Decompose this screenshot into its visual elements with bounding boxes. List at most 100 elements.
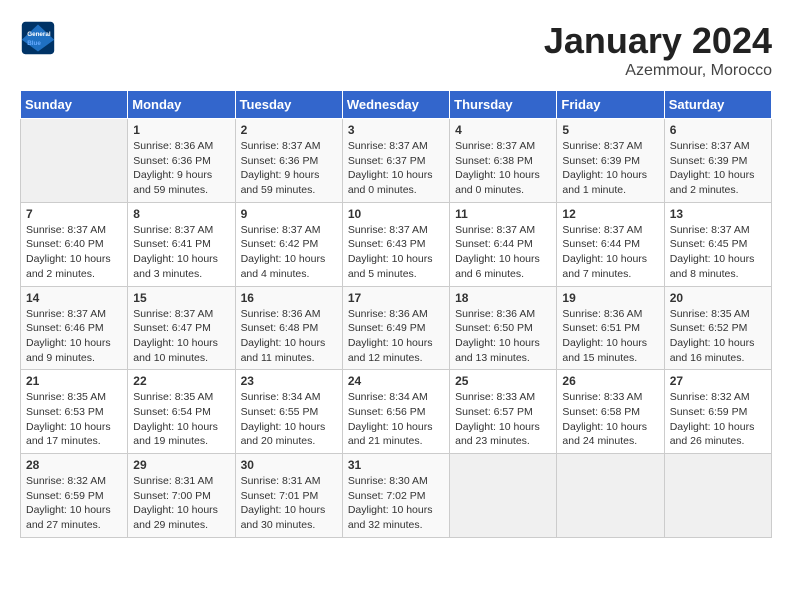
day-number: 31 (348, 458, 444, 472)
day-number: 30 (241, 458, 337, 472)
calendar-cell: 16 Sunrise: 8:36 AMSunset: 6:48 PMDaylig… (235, 286, 342, 370)
calendar-cell: 6 Sunrise: 8:37 AMSunset: 6:39 PMDayligh… (664, 119, 771, 203)
day-info: Sunrise: 8:36 AMSunset: 6:48 PMDaylight:… (241, 307, 337, 366)
day-info: Sunrise: 8:30 AMSunset: 7:02 PMDaylight:… (348, 474, 444, 533)
calendar-cell: 17 Sunrise: 8:36 AMSunset: 6:49 PMDaylig… (342, 286, 449, 370)
weekday-header: Saturday (664, 91, 771, 119)
day-info: Sunrise: 8:34 AMSunset: 6:55 PMDaylight:… (241, 390, 337, 449)
day-info: Sunrise: 8:37 AMSunset: 6:46 PMDaylight:… (26, 307, 122, 366)
calendar-cell: 11 Sunrise: 8:37 AMSunset: 6:44 PMDaylig… (450, 202, 557, 286)
day-info: Sunrise: 8:36 AMSunset: 6:36 PMDaylight:… (133, 139, 229, 198)
day-info: Sunrise: 8:37 AMSunset: 6:44 PMDaylight:… (455, 223, 551, 282)
day-info: Sunrise: 8:37 AMSunset: 6:38 PMDaylight:… (455, 139, 551, 198)
day-info: Sunrise: 8:35 AMSunset: 6:54 PMDaylight:… (133, 390, 229, 449)
title-block: January 2024 Azemmour, Morocco (544, 20, 772, 80)
day-number: 2 (241, 123, 337, 137)
calendar-cell: 26 Sunrise: 8:33 AMSunset: 6:58 PMDaylig… (557, 370, 664, 454)
day-number: 19 (562, 291, 658, 305)
day-number: 8 (133, 207, 229, 221)
calendar-cell: 14 Sunrise: 8:37 AMSunset: 6:46 PMDaylig… (21, 286, 128, 370)
calendar-cell: 13 Sunrise: 8:37 AMSunset: 6:45 PMDaylig… (664, 202, 771, 286)
calendar-cell (664, 454, 771, 538)
day-number: 5 (562, 123, 658, 137)
svg-text:General: General (27, 31, 51, 38)
calendar-cell: 30 Sunrise: 8:31 AMSunset: 7:01 PMDaylig… (235, 454, 342, 538)
weekday-header: Sunday (21, 91, 128, 119)
weekday-header: Thursday (450, 91, 557, 119)
calendar-cell (450, 454, 557, 538)
day-info: Sunrise: 8:32 AMSunset: 6:59 PMDaylight:… (26, 474, 122, 533)
logo-icon: General Blue (20, 20, 56, 56)
day-number: 17 (348, 291, 444, 305)
day-number: 14 (26, 291, 122, 305)
weekday-header: Wednesday (342, 91, 449, 119)
calendar-cell: 3 Sunrise: 8:37 AMSunset: 6:37 PMDayligh… (342, 119, 449, 203)
day-number: 11 (455, 207, 551, 221)
calendar-cell: 24 Sunrise: 8:34 AMSunset: 6:56 PMDaylig… (342, 370, 449, 454)
calendar-cell: 27 Sunrise: 8:32 AMSunset: 6:59 PMDaylig… (664, 370, 771, 454)
day-number: 28 (26, 458, 122, 472)
calendar-cell: 2 Sunrise: 8:37 AMSunset: 6:36 PMDayligh… (235, 119, 342, 203)
day-number: 22 (133, 374, 229, 388)
day-info: Sunrise: 8:37 AMSunset: 6:47 PMDaylight:… (133, 307, 229, 366)
weekday-header: Friday (557, 91, 664, 119)
day-number: 15 (133, 291, 229, 305)
day-info: Sunrise: 8:37 AMSunset: 6:41 PMDaylight:… (133, 223, 229, 282)
day-number: 1 (133, 123, 229, 137)
day-info: Sunrise: 8:37 AMSunset: 6:36 PMDaylight:… (241, 139, 337, 198)
calendar-table: SundayMondayTuesdayWednesdayThursdayFrid… (20, 90, 772, 538)
calendar-cell: 12 Sunrise: 8:37 AMSunset: 6:44 PMDaylig… (557, 202, 664, 286)
day-number: 26 (562, 374, 658, 388)
calendar-cell: 25 Sunrise: 8:33 AMSunset: 6:57 PMDaylig… (450, 370, 557, 454)
calendar-week-row: 28 Sunrise: 8:32 AMSunset: 6:59 PMDaylig… (21, 454, 772, 538)
day-number: 9 (241, 207, 337, 221)
day-number: 10 (348, 207, 444, 221)
calendar-cell: 19 Sunrise: 8:36 AMSunset: 6:51 PMDaylig… (557, 286, 664, 370)
calendar-cell (557, 454, 664, 538)
calendar-cell: 29 Sunrise: 8:31 AMSunset: 7:00 PMDaylig… (128, 454, 235, 538)
day-info: Sunrise: 8:37 AMSunset: 6:42 PMDaylight:… (241, 223, 337, 282)
calendar-cell (21, 119, 128, 203)
day-number: 13 (670, 207, 766, 221)
calendar-cell: 8 Sunrise: 8:37 AMSunset: 6:41 PMDayligh… (128, 202, 235, 286)
calendar-cell: 21 Sunrise: 8:35 AMSunset: 6:53 PMDaylig… (21, 370, 128, 454)
day-info: Sunrise: 8:31 AMSunset: 7:00 PMDaylight:… (133, 474, 229, 533)
day-number: 16 (241, 291, 337, 305)
svg-text:Blue: Blue (27, 40, 41, 47)
calendar-cell: 4 Sunrise: 8:37 AMSunset: 6:38 PMDayligh… (450, 119, 557, 203)
weekday-header: Monday (128, 91, 235, 119)
weekday-header-row: SundayMondayTuesdayWednesdayThursdayFrid… (21, 91, 772, 119)
logo: General Blue (20, 20, 56, 56)
calendar-cell: 18 Sunrise: 8:36 AMSunset: 6:50 PMDaylig… (450, 286, 557, 370)
day-info: Sunrise: 8:36 AMSunset: 6:50 PMDaylight:… (455, 307, 551, 366)
weekday-header: Tuesday (235, 91, 342, 119)
day-info: Sunrise: 8:35 AMSunset: 6:53 PMDaylight:… (26, 390, 122, 449)
calendar-cell: 28 Sunrise: 8:32 AMSunset: 6:59 PMDaylig… (21, 454, 128, 538)
calendar-cell: 1 Sunrise: 8:36 AMSunset: 6:36 PMDayligh… (128, 119, 235, 203)
page-header: General Blue January 2024 Azemmour, Moro… (20, 20, 772, 80)
calendar-cell: 15 Sunrise: 8:37 AMSunset: 6:47 PMDaylig… (128, 286, 235, 370)
calendar-week-row: 21 Sunrise: 8:35 AMSunset: 6:53 PMDaylig… (21, 370, 772, 454)
day-info: Sunrise: 8:31 AMSunset: 7:01 PMDaylight:… (241, 474, 337, 533)
day-info: Sunrise: 8:33 AMSunset: 6:58 PMDaylight:… (562, 390, 658, 449)
day-number: 25 (455, 374, 551, 388)
calendar-cell: 31 Sunrise: 8:30 AMSunset: 7:02 PMDaylig… (342, 454, 449, 538)
day-info: Sunrise: 8:37 AMSunset: 6:45 PMDaylight:… (670, 223, 766, 282)
day-info: Sunrise: 8:37 AMSunset: 6:39 PMDaylight:… (670, 139, 766, 198)
day-info: Sunrise: 8:36 AMSunset: 6:49 PMDaylight:… (348, 307, 444, 366)
day-number: 3 (348, 123, 444, 137)
day-info: Sunrise: 8:37 AMSunset: 6:43 PMDaylight:… (348, 223, 444, 282)
calendar-cell: 20 Sunrise: 8:35 AMSunset: 6:52 PMDaylig… (664, 286, 771, 370)
day-info: Sunrise: 8:37 AMSunset: 6:40 PMDaylight:… (26, 223, 122, 282)
calendar-cell: 7 Sunrise: 8:37 AMSunset: 6:40 PMDayligh… (21, 202, 128, 286)
day-info: Sunrise: 8:33 AMSunset: 6:57 PMDaylight:… (455, 390, 551, 449)
day-number: 23 (241, 374, 337, 388)
calendar-title: January 2024 (544, 20, 772, 62)
day-number: 27 (670, 374, 766, 388)
day-info: Sunrise: 8:36 AMSunset: 6:51 PMDaylight:… (562, 307, 658, 366)
calendar-cell: 9 Sunrise: 8:37 AMSunset: 6:42 PMDayligh… (235, 202, 342, 286)
day-number: 6 (670, 123, 766, 137)
calendar-week-row: 7 Sunrise: 8:37 AMSunset: 6:40 PMDayligh… (21, 202, 772, 286)
day-info: Sunrise: 8:37 AMSunset: 6:39 PMDaylight:… (562, 139, 658, 198)
calendar-week-row: 1 Sunrise: 8:36 AMSunset: 6:36 PMDayligh… (21, 119, 772, 203)
